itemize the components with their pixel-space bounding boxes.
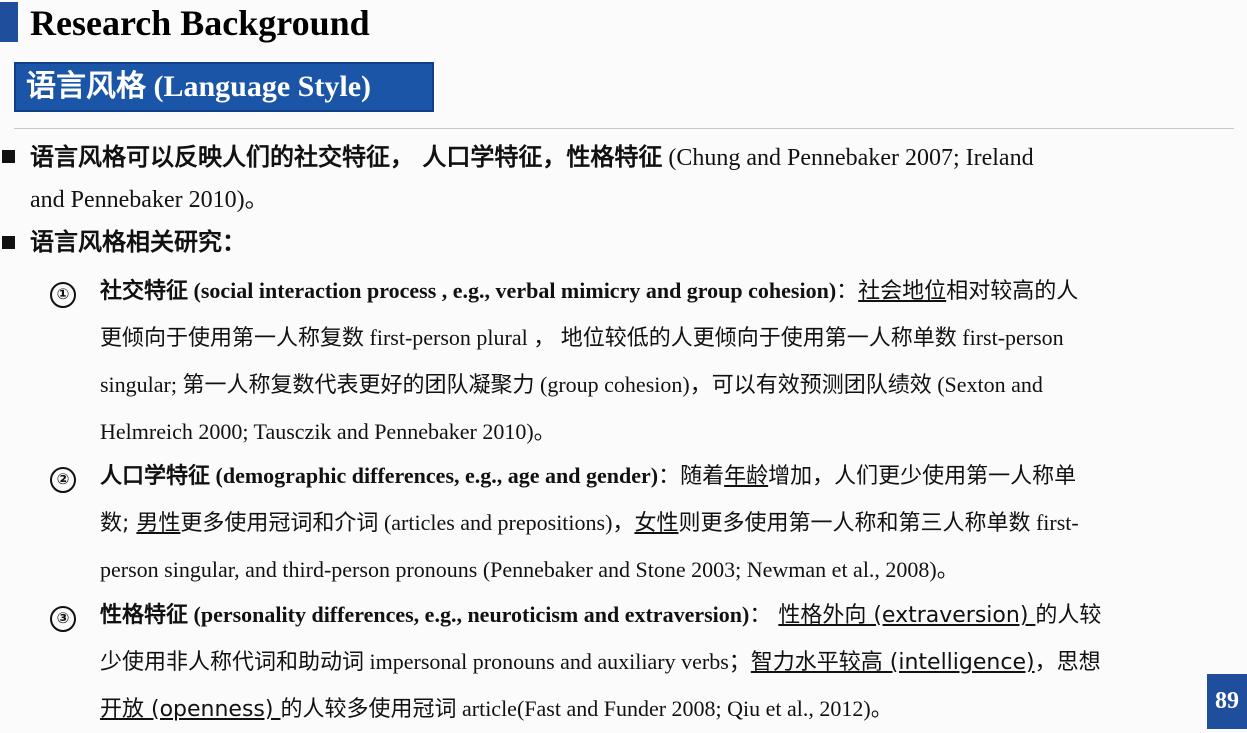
- colon: ：: [836, 279, 859, 304]
- text: 则更多使用第一人称和第三人称单数: [678, 511, 1031, 536]
- citation: person singular, and third-person pronou…: [100, 557, 959, 582]
- text: impersonal pronouns and auxiliary verbs；: [364, 649, 751, 674]
- underlined-term: 开放 (openness): [100, 697, 281, 722]
- item-1-heading: 社交特征: [100, 279, 189, 304]
- text: 的人较: [1035, 603, 1102, 628]
- text: first-person: [956, 325, 1064, 350]
- title-accent-bar: [0, 2, 18, 42]
- bullet-marker: [2, 150, 15, 163]
- text: 第一人称复数代表更好的团队凝聚力: [182, 373, 535, 398]
- item-3: 性格特征 (personality differences, e.g., neu…: [100, 592, 1245, 733]
- text: 地位较低的人更倾向于使用第一人称单数: [560, 326, 957, 351]
- text: 相对较高的人: [946, 279, 1079, 304]
- text: (articles and prepositions)，: [378, 510, 635, 535]
- text: 少使用非人称代词和助动词: [100, 650, 365, 675]
- item-1: 社交特征 (social interaction process , e.g.,…: [100, 268, 1245, 455]
- item-2-heading-en: (demographic differences, e.g., age and …: [210, 463, 659, 488]
- bullet-1-citation-cont: and Pennebaker 2010)。: [30, 187, 269, 213]
- item-2: 人口学特征 (demographic differences, e.g., ag…: [100, 453, 1245, 593]
- section-badge: 语言风格 (Language Style): [14, 62, 434, 112]
- item-number: ①: [50, 282, 76, 308]
- text: ，可以有效预测团队绩效: [689, 373, 932, 398]
- underlined-term: 智力水平较高 (intelligence): [750, 650, 1035, 675]
- text: 增加，人们更少使用第一人称单: [768, 464, 1077, 489]
- underlined-term: 社会地位: [858, 279, 947, 304]
- item-2-heading: 人口学特征: [100, 464, 211, 489]
- bullet-1-text: 语言风格可以反映人们的社交特征， 人口学特征，性格特征 (Chung and P…: [30, 136, 1240, 221]
- text: ，思想: [1034, 650, 1101, 675]
- text: (group cohesion): [534, 372, 690, 397]
- divider: [14, 128, 1234, 129]
- citation: Helmreich 2000; Tausczik and Pennebaker …: [100, 419, 556, 444]
- text: 随着: [680, 464, 725, 489]
- slide-title: Research Background: [30, 3, 370, 43]
- item-3-heading-en: (personality differences, e.g., neurotic…: [188, 602, 750, 627]
- text: 更多使用冠词和介词: [180, 511, 379, 536]
- bullet-marker: [2, 236, 15, 249]
- text: 的人较多使用冠词: [280, 697, 457, 722]
- underlined-term: 性格外向 (extraversion): [778, 603, 1036, 628]
- bullet-2-text: 语言风格相关研究：: [30, 228, 246, 256]
- item-number: ③: [50, 606, 76, 632]
- bullet-1-lead: 语言风格可以反映人们的社交特征， 人口学特征，性格特征: [30, 143, 663, 171]
- text: singular;: [100, 372, 183, 397]
- page-number: 89: [1207, 674, 1247, 729]
- bullet-1-citation: (Chung and Pennebaker 2007; Ireland: [662, 145, 1034, 171]
- text: 数;: [100, 511, 137, 536]
- citation: article(Fast and Funder 2008; Qiu et al.…: [456, 696, 893, 721]
- colon: ：: [658, 464, 681, 489]
- item-3-heading: 性格特征: [100, 603, 189, 628]
- text: first-person plural ，: [364, 325, 561, 350]
- citation: (Sexton and: [931, 372, 1043, 397]
- item-number: ②: [50, 467, 76, 493]
- colon: ：: [749, 603, 779, 628]
- text: 更倾向于使用第一人称复数: [100, 326, 365, 351]
- underlined-term: 男性: [136, 511, 181, 536]
- item-1-heading-en: (social interaction process , e.g., verb…: [188, 278, 837, 303]
- underlined-term: 年龄: [724, 464, 769, 489]
- text: first-: [1030, 510, 1079, 535]
- underlined-term: 女性: [634, 511, 679, 536]
